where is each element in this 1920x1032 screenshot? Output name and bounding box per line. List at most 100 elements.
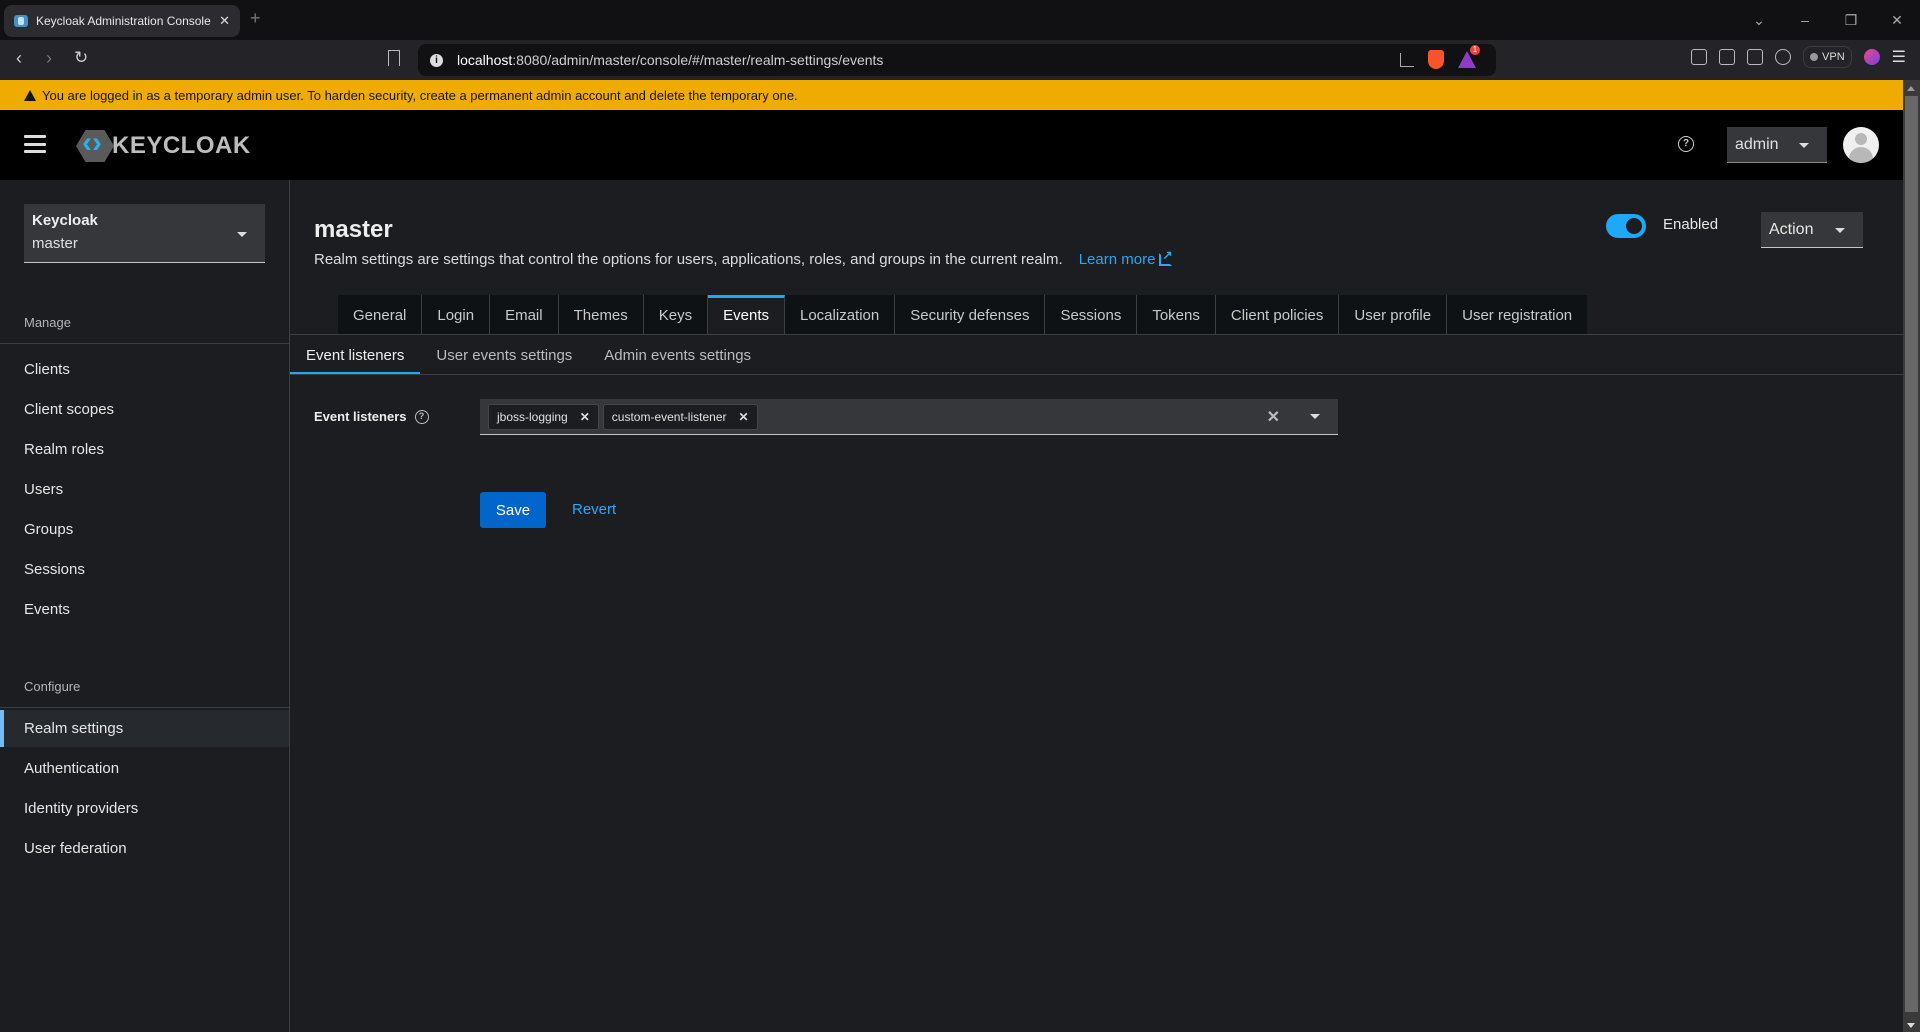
tab-user-profile[interactable]: User profile	[1339, 295, 1448, 335]
browser-tab[interactable]: Keycloak Administration Console ✕	[4, 5, 240, 37]
sidebar-item-clients[interactable]: Clients	[0, 351, 289, 388]
learn-more-link[interactable]: Learn more	[1078, 248, 1173, 268]
url-path: :8080/admin/master/console/#/master/real…	[512, 52, 884, 68]
keycloak-favicon-icon	[14, 15, 28, 27]
scroll-down-icon[interactable]	[1907, 1023, 1915, 1028]
sidebar-item-realm-settings[interactable]: Realm settings	[0, 710, 289, 747]
tab-sessions[interactable]: Sessions	[1045, 295, 1138, 335]
restore-icon[interactable]: ❐	[1828, 12, 1874, 29]
sidebar-item-users[interactable]: Users	[0, 471, 289, 508]
url-host: localhost	[457, 52, 513, 68]
remove-chip-icon[interactable]: ✕	[739, 410, 749, 424]
sidebar-toggle-icon[interactable]	[1719, 49, 1736, 65]
extensions-icon[interactable]	[1691, 49, 1708, 65]
subtab-user-events-settings[interactable]: User events settings	[420, 335, 588, 375]
leo-ai-icon[interactable]	[1775, 49, 1792, 65]
vpn-label: VPN	[1822, 51, 1845, 63]
vpn-status-icon	[1810, 53, 1819, 61]
action-dropdown[interactable]: Action	[1761, 212, 1863, 248]
learn-more-label: Learn more	[1078, 251, 1156, 268]
keycloak-logo[interactable]: KEYCLOAK	[76, 130, 251, 162]
close-tab-icon[interactable]: ✕	[219, 13, 230, 29]
tab-events[interactable]: Events	[708, 295, 785, 335]
clear-all-icon[interactable]: ✕	[1267, 407, 1280, 427]
nav-divider	[0, 343, 289, 344]
external-link-icon	[1159, 248, 1173, 266]
user-dropdown[interactable]: admin	[1727, 127, 1827, 163]
page-title: master	[314, 216, 393, 243]
close-window-icon[interactable]: ✕	[1874, 12, 1920, 29]
tab-user-registration[interactable]: User registration	[1447, 295, 1588, 335]
revert-button[interactable]: Revert	[572, 501, 616, 518]
save-button[interactable]: Save	[480, 492, 546, 528]
warning-icon	[24, 89, 36, 101]
new-tab-button[interactable]: +	[250, 8, 261, 29]
profile-icon[interactable]	[1863, 49, 1880, 65]
event-listeners-select[interactable]: jboss-logging ✕ custom-event-listener ✕ …	[480, 399, 1338, 435]
bookmark-icon[interactable]	[388, 50, 400, 66]
caret-down-icon	[237, 232, 247, 237]
subtab-event-listeners[interactable]: Event listeners	[290, 335, 421, 375]
vpn-button[interactable]: VPN	[1803, 46, 1852, 68]
nav-section-manage: Manage	[24, 315, 71, 330]
scrollbar-thumb[interactable]	[1905, 96, 1918, 1012]
page-scrollbar[interactable]	[1903, 80, 1920, 1032]
sidebar-item-events[interactable]: Events	[0, 591, 289, 628]
realm-enabled-toggle[interactable]	[1606, 214, 1646, 238]
avatar[interactable]	[1843, 127, 1879, 163]
chip-label: custom-event-listener	[611, 409, 727, 424]
sidebar-item-client-scopes[interactable]: Client scopes	[0, 391, 289, 428]
help-icon[interactable]: ?	[414, 409, 429, 424]
brave-rewards-icon[interactable]: 1	[1458, 45, 1480, 68]
browser-toolbar: ‹ › ↻ i localhost :8080/admin/master/con…	[0, 40, 1920, 80]
site-info-icon[interactable]: i	[430, 53, 443, 67]
tab-general[interactable]: General	[338, 295, 423, 335]
tab-themes[interactable]: Themes	[558, 295, 644, 335]
caret-down-icon	[1835, 228, 1845, 233]
minimize-icon[interactable]: –	[1782, 12, 1828, 28]
forward-icon[interactable]: ›	[46, 48, 52, 69]
enabled-label: Enabled	[1663, 216, 1719, 233]
sidebar-item-groups[interactable]: Groups	[0, 511, 289, 548]
tab-keys[interactable]: Keys	[643, 295, 709, 335]
sidebar-item-authentication[interactable]: Authentication	[0, 750, 289, 787]
sidebar-item-realm-roles[interactable]: Realm roles	[0, 431, 289, 468]
tab-client-policies[interactable]: Client policies	[1215, 295, 1340, 335]
caret-down-icon	[1799, 143, 1809, 148]
hamburger-menu-icon[interactable]	[24, 135, 46, 153]
event-listeners-label: Event listeners ?	[314, 409, 429, 424]
chip-custom-event-listener: custom-event-listener ✕	[602, 403, 758, 430]
wallet-icon[interactable]	[1747, 49, 1764, 65]
page-description-text: Realm settings are settings that control…	[314, 251, 1063, 268]
browser-menu-icon[interactable]: ☰	[1892, 47, 1906, 67]
reload-icon[interactable]: ↻	[74, 48, 88, 68]
tab-search-icon[interactable]: ⌄	[1736, 12, 1782, 29]
subtab-admin-events-settings[interactable]: Admin events settings	[588, 335, 767, 375]
scroll-up-icon[interactable]	[1907, 86, 1915, 91]
tab-localization[interactable]: Localization	[785, 295, 896, 335]
chip-jboss-logging: jboss-logging ✕	[488, 403, 599, 430]
temporary-admin-warning-banner: You are logged in as a temporary admin u…	[0, 80, 1903, 110]
sidebar-item-identity-providers[interactable]: Identity providers	[0, 790, 289, 827]
window-controls: ⌄ – ❐ ✕	[1736, 0, 1920, 40]
address-bar[interactable]: i localhost :8080/admin/master/console/#…	[418, 44, 1496, 76]
tab-tokens[interactable]: Tokens	[1137, 295, 1216, 335]
sidebar-item-user-federation[interactable]: User federation	[0, 830, 289, 867]
realm-selector[interactable]: Keycloak master	[24, 204, 265, 263]
brave-shields-icon[interactable]	[1428, 50, 1444, 69]
help-icon[interactable]: ?	[1678, 136, 1694, 152]
sidebar-item-sessions[interactable]: Sessions	[0, 551, 289, 588]
events-subtabs: Event listeners User events settings Adm…	[290, 335, 767, 375]
tab-security-defenses[interactable]: Security defenses	[895, 295, 1046, 335]
tab-login[interactable]: Login	[422, 295, 491, 335]
caret-down-icon[interactable]	[1310, 414, 1320, 419]
remove-chip-icon[interactable]: ✕	[580, 410, 590, 424]
action-label: Action	[1769, 220, 1814, 238]
logo-text: KEYCLOAK	[112, 132, 251, 159]
address-bar-actions: 1	[1400, 45, 1480, 69]
chip-label: jboss-logging	[497, 409, 568, 424]
back-icon[interactable]: ‹	[16, 48, 22, 69]
share-icon[interactable]	[1400, 52, 1414, 67]
nav-divider	[0, 707, 289, 708]
tab-email[interactable]: Email	[490, 295, 559, 335]
